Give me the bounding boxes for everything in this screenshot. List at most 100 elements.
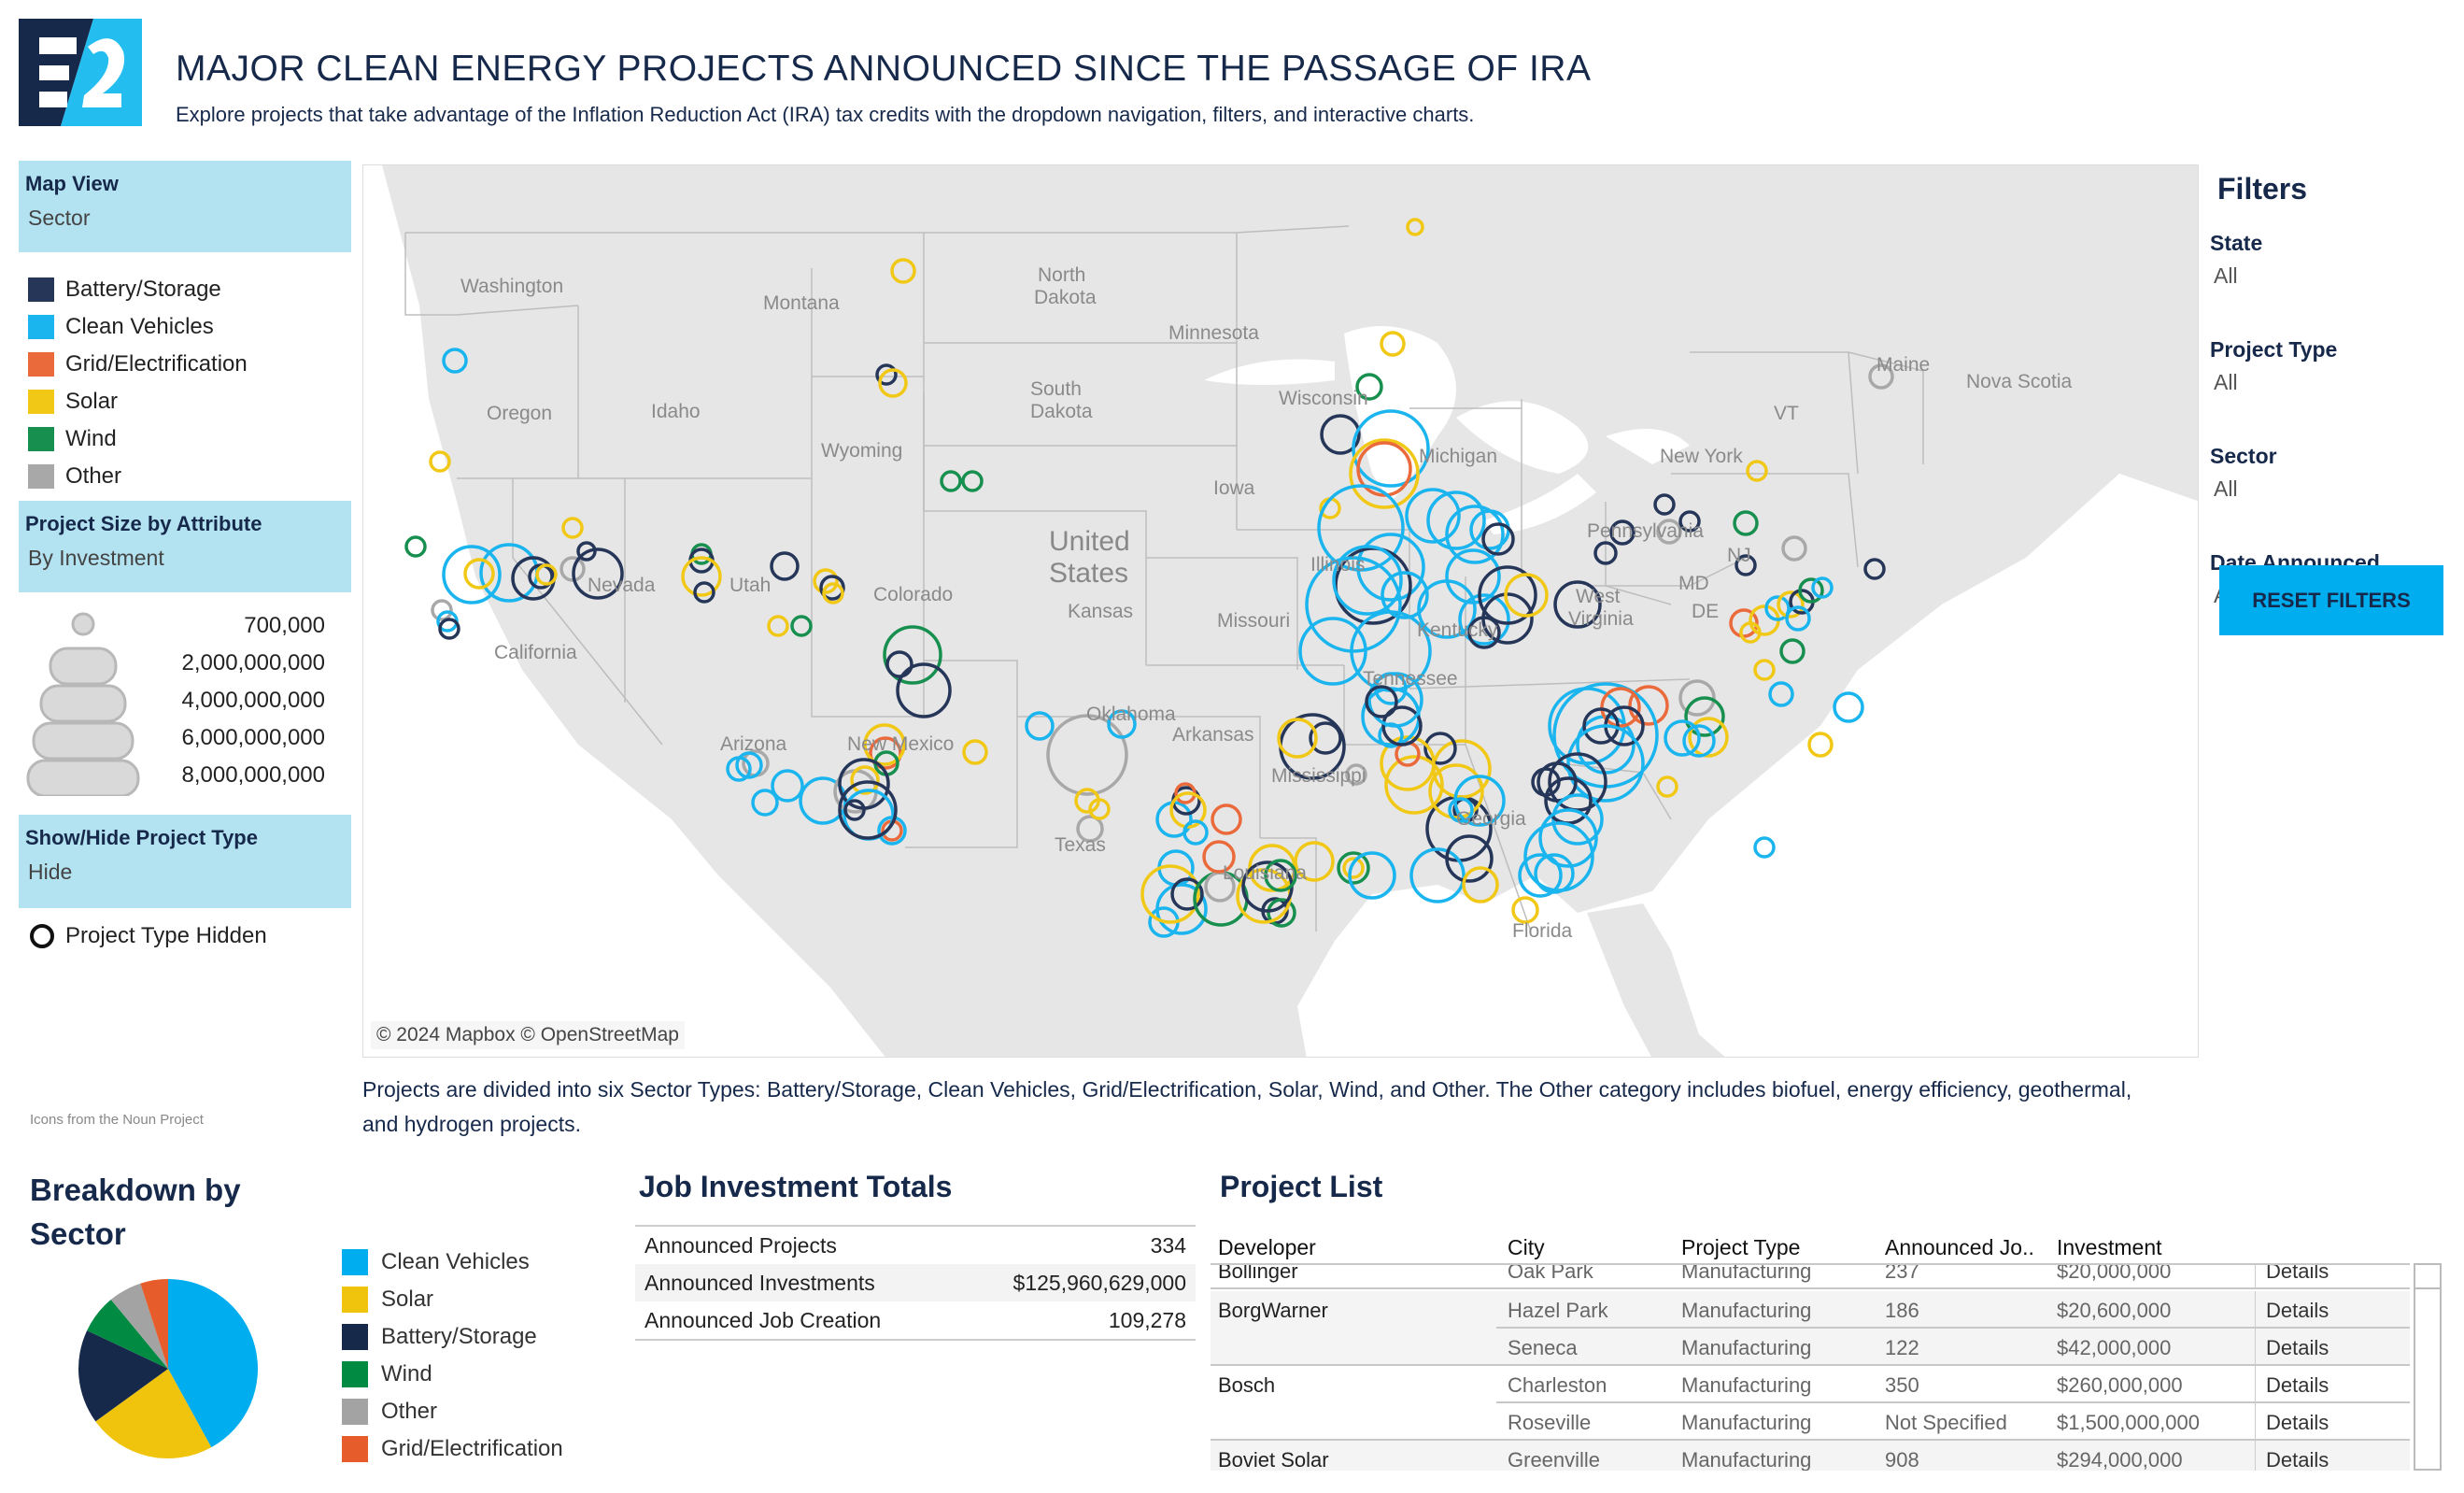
project-size-parameter[interactable]: Project Size by Attribute By Investment	[19, 501, 351, 592]
filter-sector[interactable]: Sector All	[2210, 444, 2453, 502]
legend-label: Solar	[65, 389, 119, 414]
state-label: Wyoming	[821, 440, 902, 462]
cell-project-type: Manufacturing	[1681, 1448, 1812, 1471]
column-header-city[interactable]: City	[1508, 1235, 1545, 1260]
filter-label: Sector	[2210, 444, 2277, 468]
pie-legend-item[interactable]: Solar	[342, 1281, 563, 1318]
state-label: Idaho	[651, 401, 701, 422]
solar-swatch	[28, 390, 54, 414]
pie-legend-item[interactable]: Other	[342, 1393, 563, 1430]
cell-jobs: 908	[1885, 1448, 1919, 1471]
state-label: Missouri	[1217, 610, 1290, 632]
map-view-value[interactable]: Sector	[28, 206, 345, 231]
details-link[interactable]: Details	[2266, 1265, 2329, 1284]
cell-project-type: Manufacturing	[1681, 1411, 1812, 1434]
filter-label: State	[2210, 231, 2263, 255]
details-link[interactable]: Details	[2266, 1373, 2329, 1398]
totals-title: Job Investment Totals	[639, 1170, 953, 1203]
map-attribution[interactable]: © 2024 Mapbox © OpenStreetMap	[371, 1021, 685, 1049]
table-row[interactable]: Bollinger Oak Park Manufacturing 237 $20…	[1211, 1263, 2410, 1289]
filter-project-type[interactable]: Project Type All	[2210, 337, 2453, 395]
filter-value[interactable]: All	[2214, 476, 2453, 502]
legend-swatch	[342, 1324, 368, 1350]
pie-legend-item[interactable]: Grid/Electrification	[342, 1430, 563, 1468]
state-label: Louisiana	[1223, 862, 1307, 884]
legend-item-other[interactable]: Other	[28, 458, 248, 495]
filter-value[interactable]: All	[2214, 370, 2453, 395]
cell-city: Roseville	[1508, 1411, 1592, 1434]
pie-legend-item[interactable]: Clean Vehicles	[342, 1244, 563, 1281]
cell-investment: $42,000,000	[2057, 1336, 2172, 1359]
column-header-project-type[interactable]: Project Type	[1681, 1235, 1800, 1260]
project-map[interactable]: Washington Montana North Dakota Minnesot…	[362, 164, 2199, 1058]
state-label: Nevada	[588, 575, 656, 596]
state-label: South	[1030, 378, 1082, 400]
size-circle-2b	[49, 647, 118, 686]
size-label-2b: 2,000,000,000	[181, 650, 325, 675]
filter-state[interactable]: State All	[2210, 231, 2453, 289]
filter-value[interactable]: All	[2214, 263, 2453, 289]
details-link[interactable]: Details	[2266, 1336, 2329, 1360]
legend-label: Wind	[65, 426, 117, 451]
hidden-legend-label: Project Type Hidden	[65, 923, 267, 948]
table-row[interactable]: BorgWarner Hazel Park Manufacturing 186 …	[1211, 1291, 2410, 1329]
totals-table: Announced Projects 334 Announced Investme…	[635, 1225, 1196, 1341]
pie-legend-item[interactable]: Battery/Storage	[342, 1318, 563, 1356]
legend-item-wind[interactable]: Wind	[28, 420, 248, 458]
totals-row: Announced Job Creation 109,278	[635, 1301, 1196, 1339]
legend-swatch	[342, 1249, 368, 1275]
filters-title: Filters	[2217, 172, 2308, 206]
state-label: Colorado	[873, 584, 953, 605]
state-label: Michigan	[1419, 446, 1497, 467]
project-list-scrollbar[interactable]	[2414, 1263, 2442, 1471]
project-list-table[interactable]: Bollinger Oak Park Manufacturing 237 $20…	[1211, 1263, 2410, 1471]
state-label: Texas	[1055, 834, 1106, 856]
wind-swatch	[28, 427, 54, 451]
legend-item-solar[interactable]: Solar	[28, 383, 248, 420]
size-label-4b: 4,000,000,000	[181, 688, 325, 713]
other-swatch	[28, 464, 54, 489]
state-label: North	[1038, 264, 1085, 286]
details-link[interactable]: Details	[2266, 1448, 2329, 1471]
page-title: MAJOR CLEAN ENERGY PROJECTS ANNOUNCED SI…	[176, 49, 1592, 89]
column-header-developer[interactable]: Developer	[1218, 1235, 1316, 1260]
project-size-value[interactable]: By Investment	[28, 546, 345, 571]
show-hide-value[interactable]: Hide	[28, 860, 345, 885]
filters-panel: Filters State All Project Type All Secto…	[2210, 164, 2453, 608]
pie-legend-label: Battery/Storage	[381, 1324, 537, 1349]
show-hide-parameter[interactable]: Show/Hide Project Type Hide	[19, 815, 351, 908]
state-label: Arkansas	[1172, 724, 1254, 746]
map-view-parameter[interactable]: Map View Sector	[19, 161, 351, 252]
column-header-investment[interactable]: Investment	[2057, 1235, 2162, 1260]
map-canvas[interactable]: Washington Montana North Dakota Minnesot…	[363, 165, 2199, 1058]
table-row[interactable]: Boviet Solar Greenville Manufacturing 90…	[1211, 1441, 2410, 1471]
reset-filters-button[interactable]: RESET FILTERS	[2219, 565, 2443, 635]
sector-pie-chart[interactable]	[75, 1275, 262, 1462]
cell-developer: BorgWarner	[1218, 1299, 1328, 1322]
table-row[interactable]: Seneca Manufacturing 122 $42,000,000 Det…	[1211, 1329, 2410, 1366]
legend-item-clean-vehicles[interactable]: Clean Vehicles	[28, 308, 248, 346]
state-label: Maine	[1876, 354, 1930, 376]
scrollbar-thumb[interactable]	[2415, 1265, 2440, 1289]
legend-label: Clean Vehicles	[65, 314, 214, 339]
row-divider	[1211, 1287, 2410, 1289]
project-list-header: Developer City Project Type Announced Jo…	[1211, 1231, 2415, 1265]
filter-label: Project Type	[2210, 337, 2338, 362]
hollow-circle-icon	[30, 924, 54, 948]
e2-logo	[19, 19, 142, 126]
column-header-announced-jobs[interactable]: Announced Jo..	[1885, 1235, 2034, 1260]
state-label: Oregon	[487, 403, 552, 424]
table-row[interactable]: Bosch Charleston Manufacturing 350 $260,…	[1211, 1366, 2410, 1403]
pie-legend-item[interactable]: Wind	[342, 1356, 563, 1393]
legend-item-battery-storage[interactable]: Battery/Storage	[28, 271, 248, 308]
legend-label: Battery/Storage	[65, 277, 221, 302]
state-label: VT	[1774, 403, 1799, 424]
table-row[interactable]: Roseville Manufacturing Not Specified $1…	[1211, 1403, 2410, 1441]
legend-item-grid-electrification[interactable]: Grid/Electrification	[28, 346, 248, 383]
cell-city: Oak Park	[1508, 1263, 1593, 1283]
details-link[interactable]: Details	[2266, 1299, 2329, 1323]
project-marker-solar[interactable]	[1511, 896, 1539, 924]
cell-jobs: 122	[1885, 1336, 1919, 1359]
state-label: Kentucky	[1417, 619, 1498, 641]
details-link[interactable]: Details	[2266, 1411, 2329, 1435]
